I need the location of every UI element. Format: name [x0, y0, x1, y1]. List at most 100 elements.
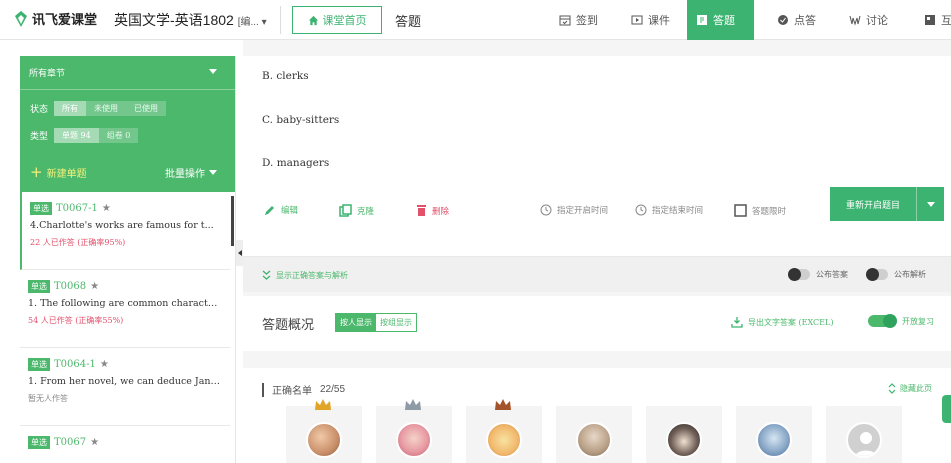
list-item[interactable]: 单选 T0064-1 ★ 1. From her novel, we can d…	[20, 348, 230, 426]
avatar[interactable]	[826, 406, 902, 463]
avatar-image	[306, 422, 342, 458]
nav-slides[interactable]: 课件	[622, 0, 679, 40]
status-used[interactable]: 已使用	[126, 101, 166, 116]
interact-icon	[925, 15, 935, 25]
overview-panel: 答题概况 按人显示 按组显示 导出文字答案 (EXCEL) 开放复习	[243, 296, 951, 351]
question-sidebar: 所有章节 状态 所有 未使用 已使用 类型 单题 94 组卷 0 + 新建单题 …	[20, 56, 236, 463]
checkbox-icon	[734, 204, 747, 217]
batch-operations-button[interactable]: 批量操作	[165, 165, 217, 180]
nav-signin[interactable]: 签到	[550, 0, 607, 40]
nav-label: 签到	[576, 15, 598, 27]
avatar-image	[756, 422, 792, 458]
chapter-select[interactable]: 所有章节	[29, 66, 65, 79]
publish-answer-toggle[interactable]: 公布答案	[788, 268, 848, 281]
toggle-switch[interactable]	[868, 314, 897, 328]
top-bar: 讯飞爱课堂 英国文学-英语1802 [编... ▾ 课堂首页 答题 签到 课件 …	[0, 0, 951, 40]
nav-discussion[interactable]: 讨论	[840, 0, 897, 40]
hide-page-button[interactable]: 隐藏此页	[888, 383, 932, 394]
divider	[20, 89, 235, 90]
overview-title: 答题概况	[262, 317, 315, 332]
question-id: T0067	[54, 437, 87, 448]
type-single[interactable]: 单题 94	[54, 128, 99, 143]
publish-answer-label: 公布答案	[816, 270, 848, 279]
gold-crown-icon	[315, 399, 331, 410]
time-limit-label: 答题限时	[752, 206, 787, 217]
edit-button[interactable]: 编辑	[264, 204, 298, 216]
plus-icon: +	[30, 163, 43, 181]
check-icon	[778, 15, 788, 25]
star-icon[interactable]: ★	[102, 203, 111, 214]
nav-label: 点答	[794, 15, 816, 27]
nav-label: 课件	[648, 15, 670, 27]
avatar[interactable]	[466, 399, 542, 463]
nav-interact[interactable]: 互	[915, 0, 951, 40]
restart-label: 重新开启题目	[845, 200, 900, 211]
new-question-button[interactable]: + 新建单题	[30, 163, 87, 181]
bronze-crown-icon	[495, 399, 511, 410]
type-badge: 单选	[28, 358, 50, 371]
toggle-switch[interactable]	[788, 268, 810, 281]
nav-rollcall[interactable]: 点答	[768, 0, 825, 40]
course-selector[interactable]: 英国文学-英语1802 [编... ▾	[114, 10, 267, 30]
avatar[interactable]	[736, 406, 812, 463]
correct-list-label: 正确名单	[272, 386, 312, 397]
brand-name: 讯飞爱课堂	[32, 12, 98, 27]
restart-dropdown[interactable]	[916, 187, 944, 221]
option-d: D. managers	[262, 157, 330, 169]
restart-question-button[interactable]: 重新开启题目	[830, 187, 944, 221]
calendar-icon	[559, 15, 571, 26]
type-badge: 单选	[28, 436, 50, 449]
publish-analysis-toggle[interactable]: 公布解析	[866, 268, 926, 281]
avatar[interactable]	[646, 406, 722, 463]
divider	[262, 382, 264, 397]
logo-icon	[15, 10, 27, 27]
avatar-image	[576, 422, 612, 458]
time-limit-checkbox[interactable]: 答题限时	[734, 204, 786, 217]
start-time-button[interactable]: 指定开启时间	[540, 204, 608, 216]
clone-label: 克隆	[357, 206, 375, 217]
star-icon[interactable]: ★	[90, 437, 99, 448]
avatar[interactable]	[376, 399, 452, 463]
question-detail: B. clerks C. baby-sitters D. managers 编辑…	[243, 40, 951, 463]
avatar[interactable]	[556, 406, 632, 463]
star-icon[interactable]: ★	[100, 359, 109, 370]
question-list: 单选 T0067-1 ★ 4.Charlotte's works are fam…	[20, 192, 230, 463]
status-all[interactable]: 所有	[54, 101, 87, 116]
list-item[interactable]: 单选 T0067-1 ★ 4.Charlotte's works are fam…	[20, 192, 230, 270]
chevron-down-icon[interactable]	[209, 69, 217, 74]
export-excel-button[interactable]: 导出文字答案 (EXCEL)	[731, 316, 833, 328]
question-text: 4.Charlotte's works are famous for t...	[30, 220, 214, 231]
scrollbar[interactable]	[231, 196, 234, 246]
list-item[interactable]: 单选 T0068 ★ 1. The following are common c…	[20, 270, 230, 348]
end-time-label: 指定结束时间	[652, 206, 704, 216]
open-review-toggle[interactable]: 开放复习	[868, 314, 934, 328]
trash-icon	[417, 205, 426, 216]
end-time-button[interactable]: 指定结束时间	[635, 204, 703, 216]
status-filter: 状态 所有 未使用 已使用	[30, 101, 167, 116]
type-segment: 单题 94 组卷 0	[54, 128, 139, 143]
list-item[interactable]: 单选 T0067 ★	[20, 426, 230, 463]
answer-stat: 54 人已作答 (正确率55%)	[28, 316, 124, 325]
status-unused[interactable]: 未使用	[86, 101, 126, 116]
slides-icon	[631, 15, 643, 25]
floating-side-button[interactable]	[942, 395, 951, 423]
star-icon[interactable]: ★	[90, 281, 99, 292]
silver-crown-icon	[405, 399, 421, 410]
toggle-switch[interactable]	[866, 268, 888, 281]
mode-by-person[interactable]: 按人显示	[336, 314, 376, 331]
correct-list-panel: 正确名单 22/55 隐藏此页	[243, 368, 951, 463]
mode-by-group[interactable]: 按组显示	[376, 314, 416, 331]
nav-label: 互	[941, 15, 951, 27]
show-answer-link[interactable]: 显示正确答案与解析	[262, 270, 348, 281]
clone-button[interactable]: 克隆	[339, 204, 374, 217]
avatar-image	[396, 422, 432, 458]
app-logo[interactable]: 讯飞爱课堂	[14, 9, 97, 28]
avatar[interactable]	[286, 399, 362, 463]
delete-button[interactable]: 删除	[416, 204, 449, 217]
copy-icon	[339, 204, 352, 217]
classroom-home-button[interactable]: 课堂首页	[292, 6, 382, 34]
type-paper[interactable]: 组卷 0	[99, 128, 139, 143]
display-mode-segment: 按人显示 按组显示	[335, 313, 417, 332]
home-icon	[308, 15, 318, 25]
nav-quiz[interactable]: 答题	[687, 0, 754, 40]
